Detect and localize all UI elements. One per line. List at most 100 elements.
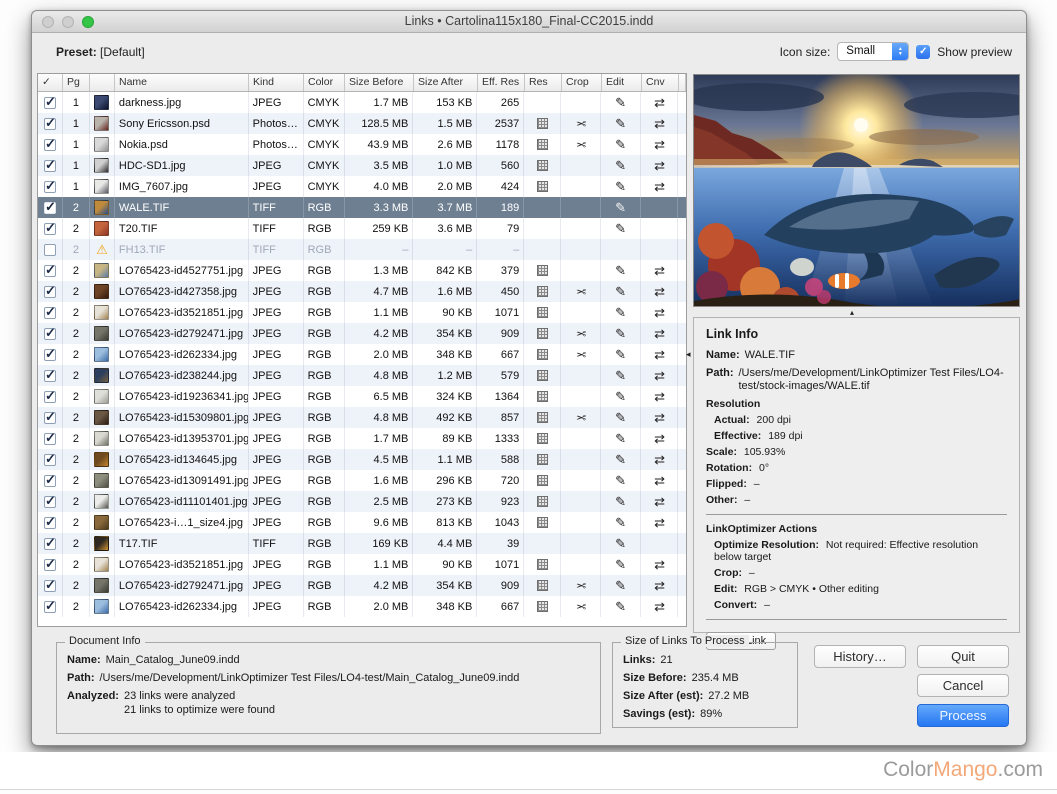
table-row[interactable]: 1Nokia.psdPhotos…CMYK43.9 MB2.6 MB1178✂✎…	[38, 134, 686, 155]
resolution-icon	[536, 412, 548, 423]
table-row[interactable]: 2 ⚠ FH13.TIF TIFF RGB – – –	[38, 239, 686, 260]
table-row[interactable]: 2LO765423-id19236341.jpgJPEGRGB6.5 MB324…	[38, 386, 686, 407]
row-checkbox[interactable]	[43, 493, 56, 509]
table-row[interactable]: 2LO765423-id238244.jpgJPEGRGB4.8 MB1.2 M…	[38, 365, 686, 386]
row-checkbox[interactable]	[43, 535, 56, 551]
actions-title: LinkOptimizer Actions	[706, 523, 818, 535]
column-header[interactable]: Kind	[249, 74, 304, 91]
row-checkbox[interactable]	[43, 178, 56, 194]
convert-icon: ⇄	[654, 94, 665, 110]
table-row[interactable]: 2LO765423-i…1_size4.jpgJPEGRGB9.6 MB813 …	[38, 512, 686, 533]
column-header[interactable]: Pg	[63, 74, 90, 91]
row-checkbox[interactable]	[43, 577, 56, 593]
links-count-value: 21	[660, 654, 673, 666]
row-checkbox[interactable]	[43, 325, 56, 341]
convert-icon: ⇄	[654, 367, 665, 383]
cancel-button[interactable]: Cancel	[917, 674, 1009, 697]
dropdown-stepper-icon: ▲ ▼	[892, 43, 909, 60]
column-header[interactable]: Size Before	[345, 74, 414, 91]
table-row[interactable]: 2LO765423-id15309801.jpgJPEGRGB4.8 MB492…	[38, 407, 686, 428]
table-row[interactable]: 2LO765423-id3521851.jpgJPEGRGB1.1 MB90 K…	[38, 554, 686, 575]
table-row[interactable]: 2LO765423-id262334.jpgJPEGRGB2.0 MB348 K…	[38, 596, 686, 617]
row-checkbox[interactable]	[43, 220, 56, 236]
table-row[interactable]: 2LO765423-id2792471.jpgJPEGRGB4.2 MB354 …	[38, 323, 686, 344]
resolution-icon	[536, 391, 548, 402]
edit-icon: ✎	[615, 535, 627, 551]
size-after-label: Size After (est):	[623, 690, 704, 702]
column-header[interactable]: Eff. Res	[478, 74, 525, 91]
table-row[interactable]: 2T20.TIFTIFFRGB259 KB3.6 MB79✎	[38, 218, 686, 239]
history-button[interactable]: History…	[814, 645, 906, 668]
column-header[interactable]: Color	[304, 74, 345, 91]
crop-action-value: –	[748, 567, 755, 579]
show-preview-checkbox[interactable]: ✓	[916, 44, 931, 59]
row-checkbox[interactable]	[43, 409, 56, 425]
preview-image	[693, 74, 1020, 307]
savings-value: 89%	[700, 708, 723, 720]
table-row[interactable]: 2LO765423-id11101401.jpgJPEGRGB2.5 MB273…	[38, 491, 686, 512]
row-checkbox[interactable]	[43, 94, 56, 110]
row-checkbox[interactable]	[43, 136, 56, 152]
row-checkbox[interactable]	[43, 283, 56, 299]
column-header[interactable]: Size After	[414, 74, 478, 91]
column-header[interactable]: ✓	[38, 74, 63, 91]
row-checkbox[interactable]	[43, 451, 56, 467]
quit-button[interactable]: Quit	[917, 645, 1009, 668]
title-bar[interactable]: Links • Cartolina115x180_Final-CC2015.in…	[32, 11, 1026, 33]
table-row[interactable]: 2LO765423-id427358.jpgJPEGRGB4.7 MB1.6 M…	[38, 281, 686, 302]
row-checkbox[interactable]	[43, 367, 56, 383]
document-info-box: Document Info Name: Main_Catalog_June09.…	[56, 635, 601, 734]
link-path-value: /Users/me/Development/LinkOptimizer Test…	[738, 367, 1004, 392]
row-checkbox[interactable]	[43, 472, 56, 488]
table-row[interactable]: 2WALE.TIFTIFFRGB3.3 MB3.7 MB189✎	[38, 197, 686, 218]
row-checkbox[interactable]	[43, 556, 56, 572]
column-header[interactable]: Name	[115, 74, 249, 91]
link-thumbnail	[94, 347, 110, 362]
table-row[interactable]: 2LO765423-id13091491.jpgJPEGRGB1.6 MB296…	[38, 470, 686, 491]
resolution-icon	[536, 475, 548, 486]
resolution-icon	[536, 181, 548, 192]
app-window: Links • Cartolina115x180_Final-CC2015.in…	[31, 10, 1027, 746]
edit-icon: ✎	[615, 409, 627, 425]
column-header[interactable]: Cnv	[642, 74, 679, 91]
icon-size-select[interactable]: Small ▲ ▼	[837, 42, 910, 61]
link-thumbnail	[94, 557, 110, 572]
row-checkbox[interactable]	[43, 157, 56, 173]
preset-value[interactable]: [Default]	[100, 45, 145, 59]
links-table[interactable]: ✓ Pg Name Kind Color Size Before Size After Eff…	[37, 73, 687, 627]
row-checkbox[interactable]	[43, 115, 56, 131]
edit-icon: ✎	[615, 430, 627, 446]
convert-icon: ⇄	[654, 409, 665, 425]
row-checkbox[interactable]	[43, 388, 56, 404]
column-header[interactable]: Edit	[602, 74, 642, 91]
row-checkbox[interactable]	[43, 598, 56, 614]
edit-icon: ✎	[615, 136, 627, 152]
table-row[interactable]: 2T17.TIFTIFFRGB169 KB4.4 MB39✎	[38, 533, 686, 554]
row-checkbox[interactable]	[43, 430, 56, 446]
table-row[interactable]: 1IMG_7607.jpgJPEGCMYK4.0 MB2.0 MB424✎⇄	[38, 176, 686, 197]
row-checkbox[interactable]	[43, 262, 56, 278]
table-header[interactable]: ✓ Pg Name Kind Color Size Before Size After Eff…	[38, 74, 686, 92]
table-row[interactable]: 1darkness.jpgJPEGCMYK1.7 MB153 KB265✎⇄	[38, 92, 686, 113]
process-button[interactable]: Process	[917, 704, 1009, 727]
splitter-handle-vertical[interactable]: ▴	[850, 309, 854, 317]
row-checkbox[interactable]	[43, 243, 56, 256]
row-checkbox[interactable]	[43, 346, 56, 362]
splitter-handle-horizontal[interactable]: ◂	[686, 349, 691, 360]
table-row[interactable]: 2LO765423-id2792471.jpgJPEGRGB4.2 MB354 …	[38, 575, 686, 596]
table-row[interactable]: 2LO765423-id3521851.jpgJPEGRGB1.1 MB90 K…	[38, 302, 686, 323]
row-checkbox[interactable]	[43, 304, 56, 320]
column-header[interactable]	[90, 74, 115, 91]
resolution-icon	[536, 517, 548, 528]
table-row[interactable]: 1Sony Ericsson.psdPhotos…CMYK128.5 MB1.5…	[38, 113, 686, 134]
table-row[interactable]: 2LO765423-id134645.jpgJPEGRGB4.5 MB1.1 M…	[38, 449, 686, 470]
table-row[interactable]: 2LO765423-id262334.jpgJPEGRGB2.0 MB348 K…	[38, 344, 686, 365]
column-header[interactable]: Crop	[562, 74, 602, 91]
convert-icon: ⇄	[654, 493, 665, 509]
table-row[interactable]: 2LO765423-id4527751.jpgJPEGRGB1.3 MB842 …	[38, 260, 686, 281]
column-header[interactable]: Res	[525, 74, 562, 91]
row-checkbox[interactable]	[43, 199, 56, 215]
table-row[interactable]: 2LO765423-id13953701.jpgJPEGRGB1.7 MB89 …	[38, 428, 686, 449]
table-row[interactable]: 1HDC-SD1.jpgJPEGCMYK3.5 MB1.0 MB560✎⇄	[38, 155, 686, 176]
row-checkbox[interactable]	[43, 514, 56, 530]
